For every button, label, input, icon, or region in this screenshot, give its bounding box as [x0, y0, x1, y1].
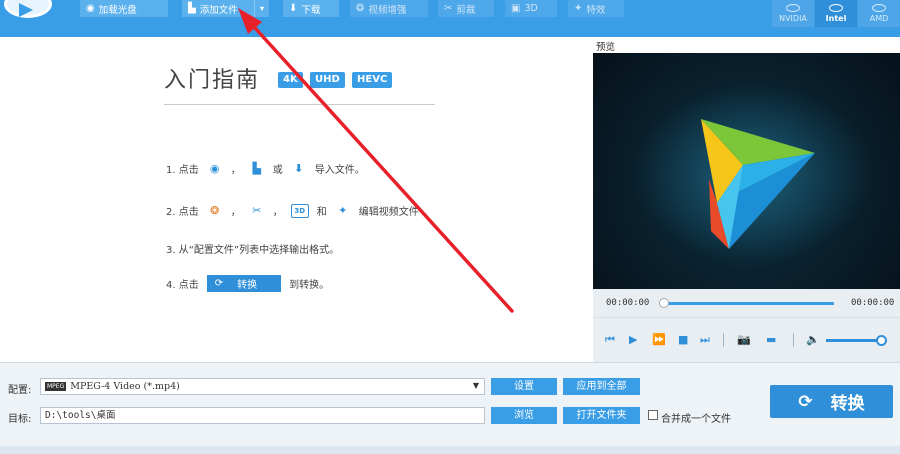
convert-button[interactable]: ⟳ 转换: [770, 385, 893, 418]
volume-handle[interactable]: [876, 335, 887, 346]
disc-add-icon: ◉: [86, 3, 95, 14]
3d-icon: 3D: [290, 203, 309, 218]
preview-label: 预览: [596, 42, 616, 53]
apply-to-all-button[interactable]: 应用到全部: [563, 378, 640, 395]
sparkle-icon: ✦: [574, 3, 583, 14]
download-button[interactable]: ⬇ 下载: [283, 0, 339, 17]
amd-toggle[interactable]: AMD: [858, 0, 900, 27]
next-icon[interactable]: ⏭: [700, 334, 710, 346]
scissors-icon: ✂: [252, 203, 262, 217]
scissors-icon: ✂: [444, 3, 453, 14]
total-time: 00:00:00: [851, 298, 895, 308]
guide-step-2: 2. 点击 ❂ ， ✂ ， 3D 和 ✦ 编辑视频文件: [166, 203, 419, 218]
nvidia-toggle[interactable]: NVIDIA: [772, 0, 814, 27]
settings-button[interactable]: 设置: [491, 378, 557, 395]
effects-button[interactable]: ✦ 特效: [568, 0, 624, 17]
add-file-button[interactable]: ▙ 添加文件: [182, 0, 254, 17]
3d-icon: ▣: [511, 3, 521, 14]
palette-icon: ❂: [356, 3, 365, 14]
file-add-icon: ▙: [188, 3, 196, 14]
intel-icon: [829, 4, 843, 12]
volume-icon[interactable]: 🔈: [806, 334, 820, 346]
3d-button[interactable]: ▣ 3D: [505, 0, 557, 17]
nvidia-icon: [786, 4, 800, 12]
folder-icon[interactable]: ▬: [766, 334, 776, 346]
stop-icon[interactable]: ■: [678, 334, 688, 346]
file-add-icon: ▙: [252, 161, 261, 175]
palette-icon: ❂: [210, 203, 220, 217]
download-icon: ⬇: [294, 161, 304, 175]
guide-step-3: 3. 从“配置文件”列表中选择输出格式。: [166, 245, 340, 256]
guide-convert-chip: ⟳ 转换: [206, 275, 282, 292]
profile-label: 配置:: [8, 385, 32, 396]
open-folder-button[interactable]: 打开文件夹: [563, 407, 640, 424]
guide-divider: [164, 104, 435, 105]
controls-divider: [793, 333, 794, 347]
disc-add-icon: ◉: [209, 161, 220, 175]
status-strip: [0, 446, 900, 454]
camera-icon[interactable]: 📷: [737, 334, 751, 346]
mpeg-format-icon: MPEG: [45, 382, 67, 391]
merge-label: 合并成一个文件: [661, 414, 731, 425]
video-enhance-button[interactable]: ❂ 视频增强: [350, 0, 428, 17]
refresh-icon: ⟳: [214, 278, 224, 289]
guide-step-1: 1. 点击 ◉ ， ▙ 或 ⬇ 导入文件。: [166, 161, 365, 177]
badge-uhd: UHD: [310, 72, 345, 88]
browse-button[interactable]: 浏览: [491, 407, 557, 424]
amd-icon: [872, 4, 886, 12]
target-label: 目标:: [8, 414, 32, 425]
seek-handle[interactable]: [659, 298, 669, 308]
profile-select[interactable]: MPEG MPEG-4 Video (*.mp4) ▼: [40, 378, 485, 395]
refresh-icon: ⟳: [798, 391, 813, 412]
app-logo: [4, 0, 52, 18]
target-path-input[interactable]: D:\tools\桌面: [40, 407, 485, 424]
fast-forward-icon[interactable]: ⏩: [652, 334, 666, 346]
guide-step-4: 4. 点击 ⟳ 转换 到转换。: [166, 275, 329, 292]
merge-checkbox[interactable]: [648, 410, 658, 420]
prev-icon[interactable]: ⏮: [605, 334, 615, 346]
chevron-down-icon: ▾: [259, 4, 264, 13]
badge-4k: 4K: [278, 72, 303, 88]
load-disc-button[interactable]: ◉ 加载光盘: [80, 0, 168, 17]
chevron-down-icon: ▼: [472, 381, 479, 390]
play-logo-graphic: [633, 83, 873, 263]
guide-title: 入门指南: [164, 68, 261, 93]
play-icon[interactable]: ▶: [629, 334, 637, 346]
seek-bar[interactable]: [664, 302, 834, 305]
add-file-dropdown[interactable]: ▾: [254, 0, 269, 17]
current-time: 00:00:00: [606, 298, 650, 308]
download-icon: ⬇: [289, 3, 298, 14]
badge-hevc: HEVC: [352, 72, 393, 88]
preview-screen: [593, 53, 900, 289]
cut-button[interactable]: ✂ 剪裁: [438, 0, 494, 17]
controls-divider: [723, 333, 724, 347]
toolbar: ◉ 加载光盘 ▙ 添加文件 ▾ ⬇ 下载 ❂ 视频增强 ✂ 剪裁 ▣ 3D ✦ …: [0, 0, 900, 37]
sparkle-icon: ✦: [338, 203, 348, 217]
intel-toggle[interactable]: Intel: [815, 0, 857, 27]
